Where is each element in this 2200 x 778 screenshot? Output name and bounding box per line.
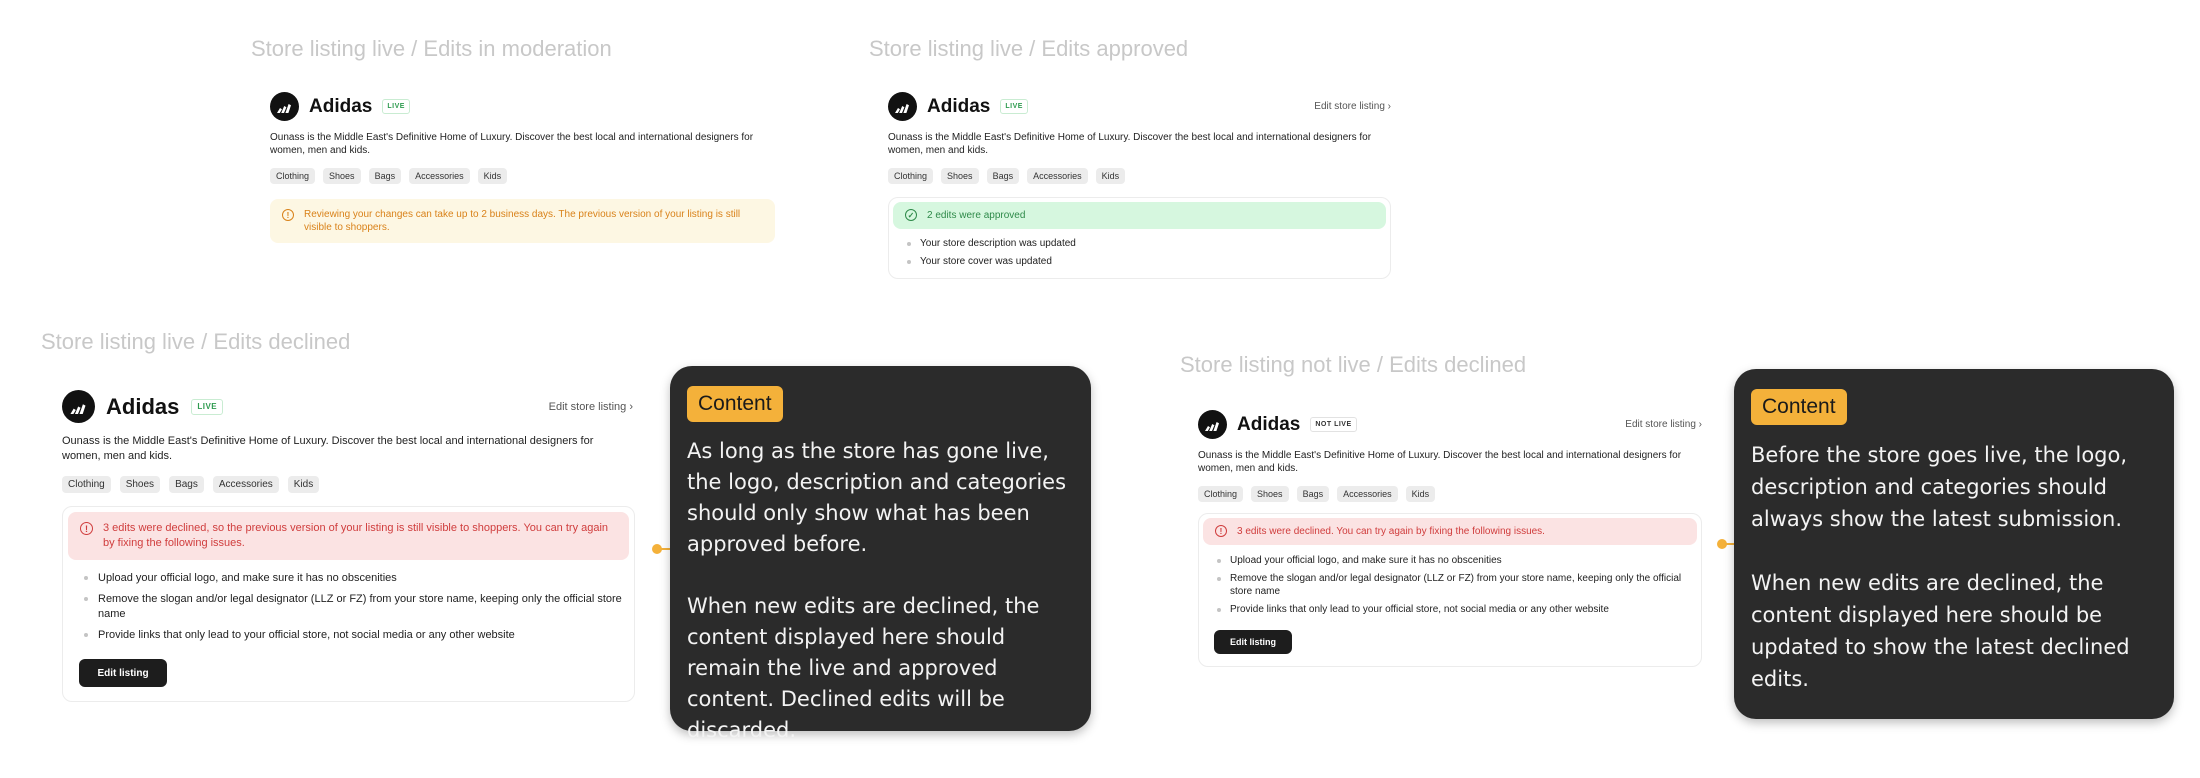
adidas-logo-icon: [888, 92, 917, 121]
category-tag: Shoes: [119, 476, 161, 493]
error-circle-icon: !: [1215, 525, 1227, 537]
content-note: Content As long as the store has gone li…: [670, 366, 1091, 742]
category-tag: Bags: [169, 476, 204, 493]
declined-reasons-list: Upload your official logo, and make sure…: [1203, 554, 1697, 616]
adidas-logo-icon: [62, 390, 95, 423]
brand-row: Adidas LIVE: [270, 92, 775, 121]
category-tags: Clothing Shoes Bags Accessories Kids: [62, 476, 635, 493]
status-badge: LIVE: [1000, 99, 1028, 114]
category-tag: Accessories: [409, 168, 470, 184]
frame-title: Store listing not live / Edits declined: [1180, 352, 1527, 377]
store-description: Ounass is the Middle East's Definitive H…: [270, 132, 754, 156]
category-tag: Shoes: [1251, 486, 1289, 502]
category-tag: Shoes: [941, 168, 979, 184]
declined-box: ! 3 edits were declined. You can try aga…: [1198, 513, 1702, 667]
check-circle-icon: ✓: [905, 209, 917, 221]
note-tag: Content: [687, 386, 783, 422]
store-description: Ounass is the Middle East's Definitive H…: [62, 435, 594, 462]
connector-line: [1717, 539, 1734, 549]
category-tag: Bags: [1296, 486, 1330, 502]
alert-text: 3 edits were declined, so the previous v…: [103, 522, 609, 549]
store-description: Ounass is the Middle East's Definitive H…: [888, 132, 1372, 156]
list-item: Your store cover was updated: [907, 255, 1386, 268]
category-tag: Accessories: [1337, 486, 1398, 502]
list-item: Your store description was updated: [907, 237, 1386, 250]
category-tags: Clothing Shoes Bags Accessories Kids: [270, 168, 775, 184]
category-tag: Kids: [287, 476, 320, 493]
category-tag: Kids: [1095, 168, 1126, 184]
moderation-alert: ! Reviewing your changes can take up to …: [270, 199, 775, 243]
status-badge: LIVE: [191, 398, 224, 415]
brand-row: Adidas LIVE Edit store listing ›: [888, 92, 1391, 121]
category-tag: Bags: [986, 168, 1020, 184]
list-item: Provide links that only lead to your off…: [1217, 603, 1697, 616]
brand-name: Adidas: [927, 95, 991, 117]
list-item: Remove the slogan and/or legal designato…: [84, 592, 629, 622]
store-card-not-live-declined: Adidas NOT LIVE Edit store listing › Oun…: [1198, 410, 1702, 667]
frame-title: Store listing live / Edits declined: [41, 329, 351, 354]
approved-box: ✓ 2 edits were approved Your store descr…: [888, 197, 1391, 279]
edit-listing-button[interactable]: Edit listing: [79, 659, 167, 687]
brand-name: Adidas: [309, 95, 373, 117]
alert-text: 2 edits were approved: [927, 210, 1026, 221]
brand-name: Adidas: [106, 393, 180, 419]
declined-reasons-list: Upload your official logo, and make sure…: [68, 571, 629, 643]
store-card-moderation: Adidas LIVE Ounass is the Middle East's …: [270, 92, 775, 243]
declined-box: ! 3 edits were declined, so the previous…: [62, 506, 635, 702]
edit-store-listing-link[interactable]: Edit store listing ›: [1314, 101, 1391, 112]
alert-text: Reviewing your changes can take up to 2 …: [304, 209, 741, 233]
category-tags: Clothing Shoes Bags Accessories Kids: [888, 168, 1391, 184]
edit-store-listing-link[interactable]: Edit store listing ›: [1625, 419, 1702, 430]
list-item: Provide links that only lead to your off…: [84, 628, 629, 643]
category-tag: Clothing: [1198, 486, 1244, 502]
category-tag: Clothing: [270, 168, 316, 184]
note-tag: Content: [1751, 389, 1847, 425]
status-badge: NOT LIVE: [1310, 417, 1357, 432]
note-text: Before the store goes live, the logo, de…: [1751, 443, 2130, 691]
category-tag: Accessories: [212, 476, 279, 493]
category-tags: Clothing Shoes Bags Accessories Kids: [1198, 486, 1702, 502]
status-badge: LIVE: [382, 99, 410, 114]
list-item: Remove the slogan and/or legal designato…: [1217, 572, 1697, 598]
category-tag: Clothing: [62, 476, 111, 493]
category-tag: Shoes: [323, 168, 361, 184]
declined-alert: ! 3 edits were declined, so the previous…: [68, 512, 629, 560]
category-tag: Accessories: [1027, 168, 1088, 184]
brand-row: Adidas NOT LIVE Edit store listing ›: [1198, 410, 1702, 439]
adidas-logo-icon: [1198, 410, 1227, 439]
note-text: As long as the store has gone live, the …: [687, 439, 1067, 742]
edit-listing-button[interactable]: Edit listing: [1214, 630, 1292, 654]
error-circle-icon: !: [80, 522, 93, 535]
category-tag: Clothing: [888, 168, 934, 184]
content-note: Content Before the store goes live, the …: [1734, 369, 2174, 719]
brand-name: Adidas: [1237, 413, 1301, 435]
connector-line: [652, 544, 670, 554]
alert-text: 3 edits were declined. You can try again…: [1237, 526, 1545, 537]
brand-row: Adidas LIVE Edit store listing ›: [62, 390, 635, 423]
store-card-live-declined: Adidas LIVE Edit store listing › Ounass …: [62, 390, 635, 702]
edit-store-listing-link[interactable]: Edit store listing ›: [549, 401, 633, 413]
frame-title: Store listing live / Edits in moderation: [251, 36, 612, 61]
approved-list: Your store description was updated Your …: [893, 237, 1386, 268]
category-tag: Kids: [477, 168, 508, 184]
store-card-approved: Adidas LIVE Edit store listing › Ounass …: [888, 92, 1391, 279]
list-item: Upload your official logo, and make sure…: [1217, 554, 1697, 567]
adidas-logo-icon: [270, 92, 299, 121]
category-tag: Bags: [368, 168, 402, 184]
store-description: Ounass is the Middle East's Definitive H…: [1198, 450, 1682, 474]
clock-icon: !: [282, 209, 294, 221]
frame-title: Store listing live / Edits approved: [869, 36, 1189, 61]
list-item: Upload your official logo, and make sure…: [84, 571, 629, 586]
category-tag: Kids: [1405, 486, 1436, 502]
approved-alert: ✓ 2 edits were approved: [893, 202, 1386, 229]
declined-alert: ! 3 edits were declined. You can try aga…: [1203, 518, 1697, 545]
